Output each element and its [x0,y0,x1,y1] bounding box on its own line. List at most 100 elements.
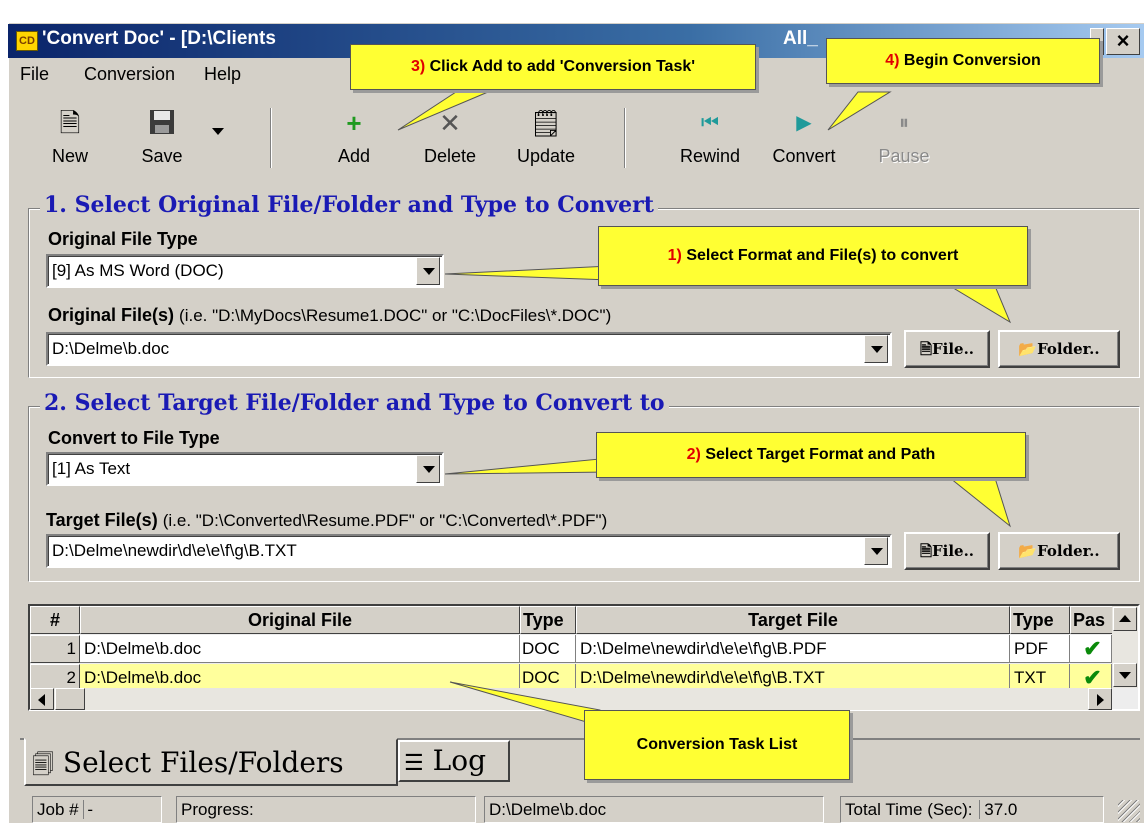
save-button[interactable]: Save [116,106,208,176]
original-files-dropdown-button[interactable] [864,335,888,363]
window-title-tail: All_ [783,28,818,49]
status-total-time-value: 37.0 [979,800,1018,819]
grid-horizontal-scrollbar[interactable] [30,688,1112,710]
cd-app-icon[interactable]: CD [16,31,38,51]
update-doc-icon: 🗒 [529,108,563,138]
status-progress-label: Progress: [181,800,254,819]
scroll-left-button[interactable] [30,688,54,710]
menu-help[interactable]: Help [204,64,241,85]
target-folder-button-label: Folder.. [1037,542,1100,560]
row-original-file: D:\Delme\b.doc [80,635,520,663]
update-label: Update [516,146,576,166]
menu-file[interactable]: File [20,64,49,85]
save-dropdown-arrow[interactable] [212,128,224,135]
callout-number: 4) [885,52,900,69]
row-original-type: DOC [520,635,576,663]
add-label: Add [337,146,371,166]
file-icon: 🗎 [919,542,932,560]
target-file-button[interactable]: 🗎File.. [904,532,990,570]
save-label: Save [141,146,183,166]
grid-header-number[interactable]: # [30,606,80,634]
target-files-label-row: Target File(s) (i.e. "D:\Converted\Resum… [46,510,607,531]
tab-select-files[interactable]: 🗐 Select Files/Folders [24,738,398,786]
status-progress: Progress: [176,796,476,823]
original-file-button-label: File.. [932,340,975,358]
plus-icon: + [346,108,362,138]
callout-number: 2) [686,446,701,463]
floppy-disk-icon [116,108,208,138]
callout-number: 1) [667,247,682,264]
target-folder-button[interactable]: 📂Folder.. [998,532,1120,570]
pause-label: Pause [878,146,930,166]
original-type-select[interactable]: [9] As MS Word (DOC) [46,254,444,288]
callout-text: Select Format and File(s) to convert [686,247,959,264]
toolbar-separator [624,108,626,168]
grid-header-target-file[interactable]: Target File [576,606,1010,634]
callout-text: Begin Conversion [903,52,1041,69]
callout-task-list: Conversion Task List [584,710,850,780]
original-files-input[interactable]: D:\Delme\b.doc [46,332,892,366]
grid-header-pass[interactable]: Pas [1070,606,1114,634]
folder-icon: 📂 [1018,340,1038,358]
status-total-time: Total Time (Sec): 37.0 [840,796,1104,823]
original-file-button[interactable]: 🗎File.. [904,330,990,368]
target-type-label: Convert to File Type [48,428,220,448]
status-total-time-label: Total Time (Sec): [845,800,973,819]
new-button[interactable]: 🗎 New [24,106,116,176]
convert-label: Convert [772,146,836,166]
status-current-file: D:\Delme\b.doc [484,796,824,823]
scroll-right-button[interactable] [1088,688,1112,710]
tab-select-files-label: Select Files/Folders [62,746,344,779]
rewind-icon: ⏮ [701,112,719,134]
rewind-button[interactable]: ⏮ Rewind [664,106,756,176]
target-files-dropdown-button[interactable] [864,537,888,565]
scroll-up-button[interactable] [1113,607,1137,631]
target-file-button-label: File.. [932,542,975,560]
pause-button[interactable]: ⏸ Pause [858,106,950,176]
rewind-label: Rewind [679,146,741,166]
callout-select-format: 1) Select Format and File(s) to convert [598,226,1028,286]
log-list-icon: ☰ [404,751,424,776]
callout-text: Click Add to add 'Conversion Task' [429,58,696,75]
original-type-dropdown-button[interactable] [416,257,440,285]
delete-label: Delete [423,146,477,166]
target-type-select[interactable]: [1] As Text [46,452,444,486]
section1-title: 1. Select Original File/Folder and Type … [40,192,658,218]
status-job-value: - [83,800,93,819]
new-doc-icon: 🗎 [59,108,81,138]
scroll-down-button[interactable] [1113,663,1137,687]
horizontal-scroll-thumb[interactable] [55,688,85,710]
original-files-label-row: Original File(s) (i.e. "D:\MyDocs\Resume… [48,305,611,326]
callout-number: 3) [410,58,426,75]
status-job-label: Job # [37,800,79,819]
menu-conversion[interactable]: Conversion [84,64,175,85]
grid-header-original-type[interactable]: Type [520,606,576,634]
row-target-file: D:\Delme\newdir\d\e\e\f\g\B.PDF [576,635,1010,663]
target-type-dropdown-button[interactable] [416,455,440,483]
tab-log-label: Log [432,744,487,777]
resize-grip[interactable] [1118,800,1140,822]
grid-header-original-file[interactable]: Original File [80,606,520,634]
original-folder-button[interactable]: 📂Folder.. [998,330,1120,368]
add-button[interactable]: + Add [308,106,400,176]
close-icon: × [1116,28,1130,53]
original-files-label: Original File(s) [48,305,175,325]
tab-log[interactable]: ☰ Log [398,740,510,782]
callout-text: Conversion Task List [636,736,798,753]
original-type-label: Original File Type [48,229,198,249]
convert-button[interactable]: ▶ Convert [758,106,850,176]
new-label: New [51,146,88,166]
window-title: 'Convert Doc' - [D:\Clients [42,28,276,49]
copy-files-icon: 🗐 [32,753,54,778]
grid-header-target-type[interactable]: Type [1010,606,1070,634]
original-folder-button-label: Folder.. [1037,340,1100,358]
update-button[interactable]: 🗒 Update [500,106,592,176]
row-number: 1 [30,635,80,663]
delete-button[interactable]: ✕ Delete [404,106,496,176]
folder-icon: 📂 [1018,542,1038,560]
target-files-input[interactable]: D:\Delme\newdir\d\e\e\f\g\B.TXT [46,534,892,568]
close-button[interactable]: × [1106,28,1140,55]
pause-icon: ⏸ [899,112,909,134]
play-icon: ▶ [796,112,812,134]
callout-begin-conversion: 4) Begin Conversion [826,38,1100,84]
